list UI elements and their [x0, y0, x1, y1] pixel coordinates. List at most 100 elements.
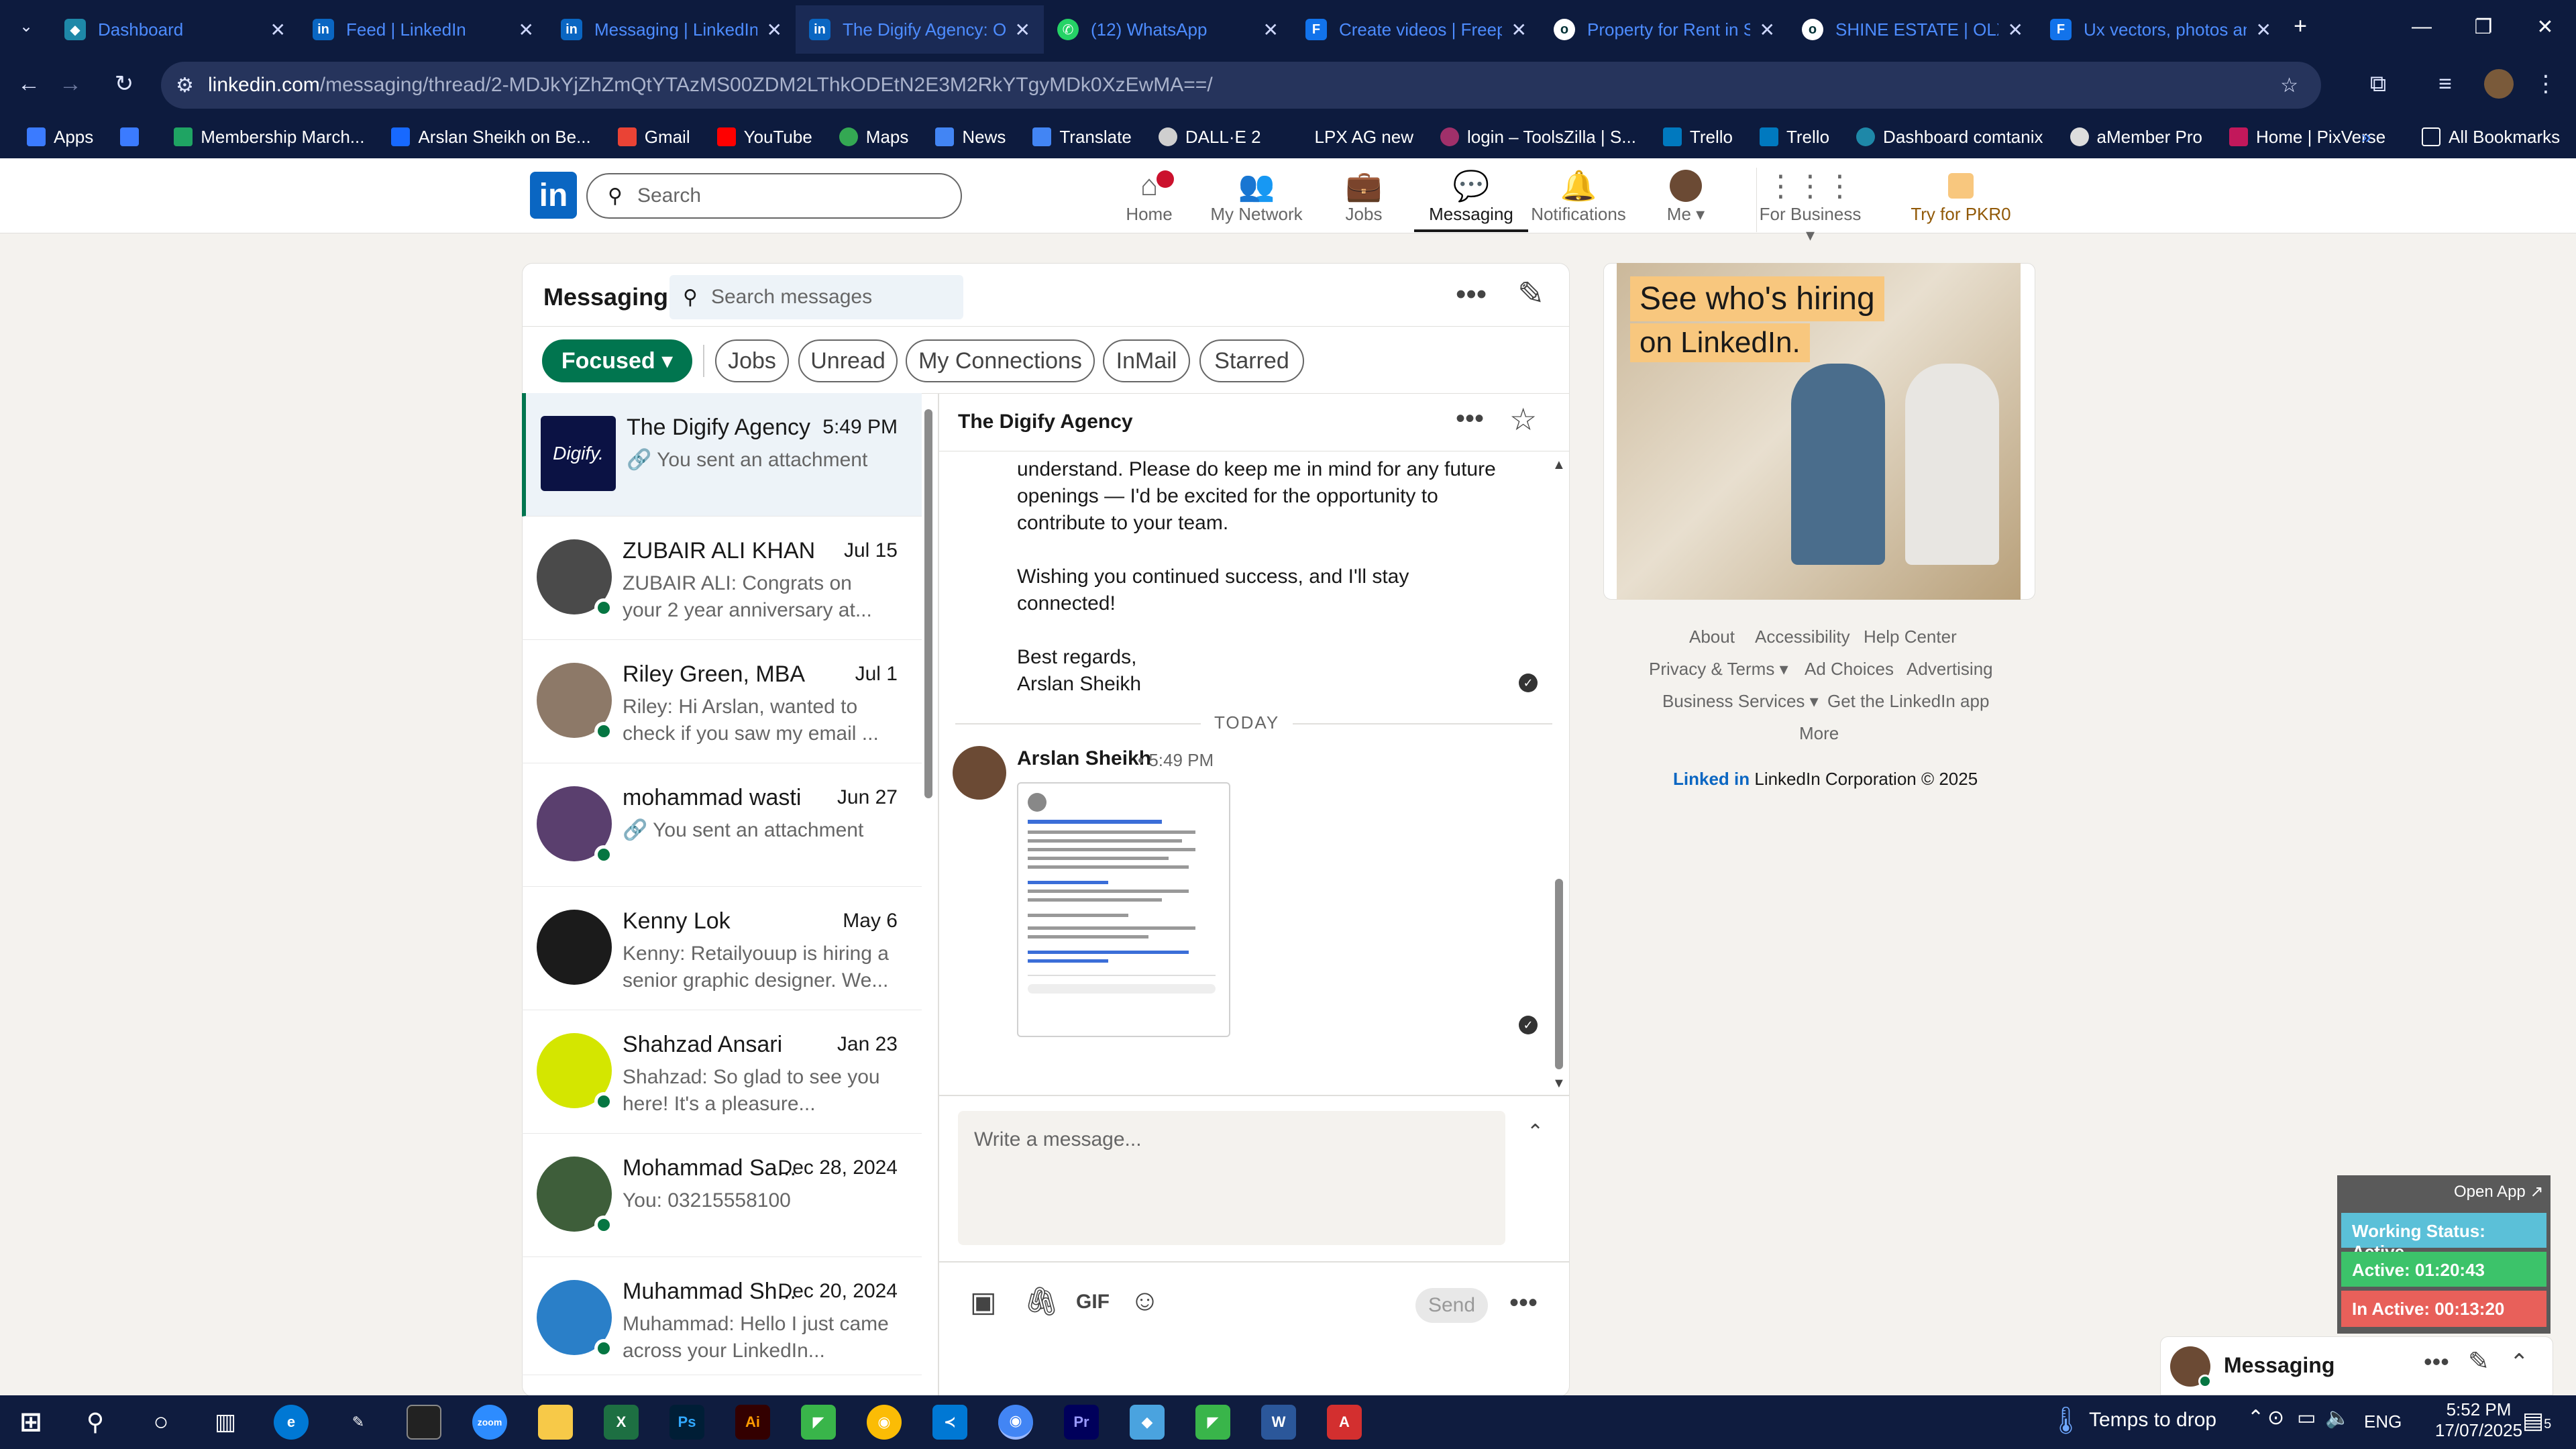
- filter-starred[interactable]: Starred: [1199, 339, 1304, 382]
- tab-search-icon[interactable]: ⌄: [9, 9, 43, 43]
- scroll-down-icon[interactable]: ▼: [1552, 1076, 1566, 1091]
- messaging-options-icon[interactable]: •••: [2424, 1348, 2449, 1376]
- open-app-link[interactable]: Open App ↗: [2454, 1182, 2544, 1201]
- close-tab-icon[interactable]: ✕: [1015, 19, 1030, 41]
- nav-me[interactable]: Me ▾: [1629, 168, 1743, 232]
- chrome-active-icon[interactable]: ◉: [998, 1405, 1033, 1440]
- filter-unread[interactable]: Unread: [798, 339, 898, 382]
- footer-link-business-services[interactable]: Business Services ▾: [1662, 691, 1819, 712]
- new-tab-icon[interactable]: +: [2284, 9, 2317, 43]
- task-view-icon[interactable]: ▥: [208, 1405, 243, 1440]
- footer-link-accessibility[interactable]: Accessibility: [1755, 627, 1850, 647]
- expand-composer-icon[interactable]: ⌃: [1527, 1120, 1544, 1144]
- cortana-icon[interactable]: ○: [144, 1405, 178, 1440]
- address-bar[interactable]: ⚙ linkedin.com/messaging/thread/2-MDJkYj…: [161, 62, 2321, 109]
- footer-link-privacy-terms[interactable]: Privacy & Terms ▾: [1649, 659, 1788, 680]
- search-icon[interactable]: ⚲: [78, 1405, 113, 1440]
- tab-media-icon[interactable]: ≡: [2428, 67, 2462, 101]
- photoshop-icon[interactable]: Ps: [669, 1405, 704, 1440]
- excel-icon[interactable]: X: [604, 1405, 639, 1440]
- footer-link-more[interactable]: More: [1799, 723, 1839, 744]
- windows-start-icon[interactable]: ⊞: [13, 1405, 48, 1440]
- minimize-window-icon[interactable]: —: [2391, 0, 2453, 54]
- browser-tab-digify[interactable]: in The Digify Agency: Ov ✕: [796, 5, 1044, 54]
- thread-scrollbar[interactable]: [1555, 879, 1563, 1069]
- footer-link-ad-choices[interactable]: Ad Choices: [1805, 659, 1894, 680]
- all-bookmarks[interactable]: All Bookmarks: [2422, 127, 2560, 148]
- bookmark-membership[interactable]: Membership March...: [174, 127, 364, 148]
- battery-icon[interactable]: ▭: [2297, 1406, 2316, 1430]
- premiere-icon[interactable]: Pr: [1064, 1405, 1099, 1440]
- clock[interactable]: 5:52 PM 17/07/2025: [2428, 1399, 2529, 1441]
- close-tab-icon[interactable]: ✕: [519, 19, 534, 41]
- filter-focused[interactable]: Focused ▾: [542, 339, 692, 382]
- message-compose-input[interactable]: Write a message...: [958, 1111, 1505, 1245]
- compose-message-icon[interactable]: ✎: [2468, 1346, 2489, 1377]
- illustrator-icon[interactable]: Ai: [735, 1405, 770, 1440]
- browser-tab-olx-rent[interactable]: o Property for Rent in S ✕: [1540, 5, 1788, 54]
- ad-image[interactable]: See who's hiring on LinkedIn.: [1617, 263, 2021, 600]
- bookmark-youtube[interactable]: YouTube: [716, 127, 812, 148]
- browser-tab-feed[interactable]: in Feed | LinkedIn ✕: [299, 5, 547, 54]
- vscode-icon[interactable]: ≺: [932, 1405, 967, 1440]
- filter-inmail[interactable]: InMail: [1103, 339, 1190, 382]
- close-window-icon[interactable]: ✕: [2514, 0, 2576, 54]
- site-info-icon[interactable]: ⚙: [176, 74, 194, 97]
- terminal-icon[interactable]: [407, 1405, 441, 1440]
- image-attachment[interactable]: [1017, 782, 1230, 1037]
- conversation-item[interactable]: Kenny Lok May 6 Kenny: Retailyouup is hi…: [522, 887, 922, 1010]
- network-icon[interactable]: ⊙: [2267, 1406, 2284, 1430]
- browser-tab-ux-vectors[interactable]: F Ux vectors, photos an ✕: [2037, 5, 2285, 54]
- nav-premium-trial[interactable]: Try for PKR0: [1904, 168, 2018, 232]
- bookmark-star-icon[interactable]: ☆: [2280, 74, 2298, 97]
- nav-for-business[interactable]: ⋮⋮⋮ For Business ▾: [1756, 168, 1864, 245]
- close-tab-icon[interactable]: ✕: [1760, 19, 1775, 41]
- compose-message-icon[interactable]: ✎: [1517, 275, 1544, 313]
- nav-my-network[interactable]: 👥 My Network: [1199, 168, 1313, 232]
- conversation-item[interactable]: ZUBAIR ALI KHAN Jul 15 ZUBAIR ALI: Congr…: [522, 517, 922, 640]
- conversation-item[interactable]: Muhammad Sh... Dec 20, 2024 Muhammad: He…: [522, 1257, 922, 1375]
- image-upload-icon[interactable]: ▣: [970, 1285, 997, 1318]
- close-tab-icon[interactable]: ✕: [1511, 19, 1527, 41]
- messaging-options-icon[interactable]: •••: [1456, 278, 1487, 311]
- footer-link-about[interactable]: About: [1689, 627, 1735, 647]
- browser-tab-messaging[interactable]: in Messaging | LinkedIn ✕: [547, 5, 796, 54]
- close-tab-icon[interactable]: ✕: [2256, 19, 2271, 41]
- composer-options-icon[interactable]: •••: [1509, 1288, 1538, 1318]
- bookmark-trello-2[interactable]: Trello: [1759, 127, 1829, 148]
- linkedin-logo[interactable]: in: [530, 172, 577, 219]
- scroll-up-icon[interactable]: ▲: [1552, 458, 1566, 473]
- bookmark-lpx[interactable]: LPX AG new: [1288, 127, 1413, 148]
- bookmark-trello-1[interactable]: Trello: [1662, 127, 1733, 148]
- star-icon[interactable]: ☆: [1509, 401, 1537, 437]
- minimized-messaging-bar[interactable]: Messaging ••• ✎ ⌃: [2160, 1336, 2553, 1395]
- restore-window-icon[interactable]: ❐: [2453, 0, 2514, 54]
- thread-options-icon[interactable]: •••: [1456, 404, 1484, 434]
- nav-home[interactable]: ⌂ Home: [1092, 168, 1206, 232]
- chrome-menu-icon[interactable]: ⋮: [2529, 67, 2563, 101]
- browser-tab-freepik[interactable]: F Create videos | Freep ✕: [1292, 5, 1540, 54]
- emoji-icon[interactable]: ☺: [1130, 1284, 1160, 1318]
- bookmark-apps[interactable]: Apps: [27, 127, 93, 148]
- edge-icon[interactable]: e: [274, 1405, 309, 1440]
- bookmark-news[interactable]: News: [935, 127, 1006, 148]
- app-icon[interactable]: ◆: [1130, 1405, 1165, 1440]
- bookmark-dalle[interactable]: DALL·E 2: [1158, 127, 1261, 148]
- bookmark-behance[interactable]: Arslan Sheikh on Be...: [391, 127, 591, 148]
- word-icon[interactable]: W: [1261, 1405, 1296, 1440]
- conversation-item[interactable]: mohammad wasti Jun 27 🔗 You sent an atta…: [522, 763, 922, 887]
- zoom-icon[interactable]: zoom: [472, 1405, 507, 1440]
- pen-icon[interactable]: ✎: [341, 1405, 376, 1440]
- browser-tab-dashboard[interactable]: ◆ Dashboard ✕: [51, 5, 299, 54]
- weather-text[interactable]: Temps to drop: [2089, 1409, 2216, 1432]
- extensions-icon[interactable]: ⧉: [2361, 67, 2395, 101]
- bookmark-translate[interactable]: Translate: [1032, 127, 1132, 148]
- filter-jobs[interactable]: Jobs: [715, 339, 789, 382]
- volume-icon[interactable]: 🔈: [2325, 1406, 2350, 1430]
- nav-notifications[interactable]: 🔔 Notifications: [1521, 168, 1635, 232]
- more-bookmarks-icon[interactable]: »: [2361, 127, 2371, 148]
- forward-icon[interactable]: →: [54, 67, 87, 101]
- bookmark-gmail[interactable]: Gmail: [617, 127, 690, 148]
- close-tab-icon[interactable]: ✕: [767, 19, 782, 41]
- bookmark-comtanix[interactable]: Dashboard comtanix: [1856, 127, 2043, 148]
